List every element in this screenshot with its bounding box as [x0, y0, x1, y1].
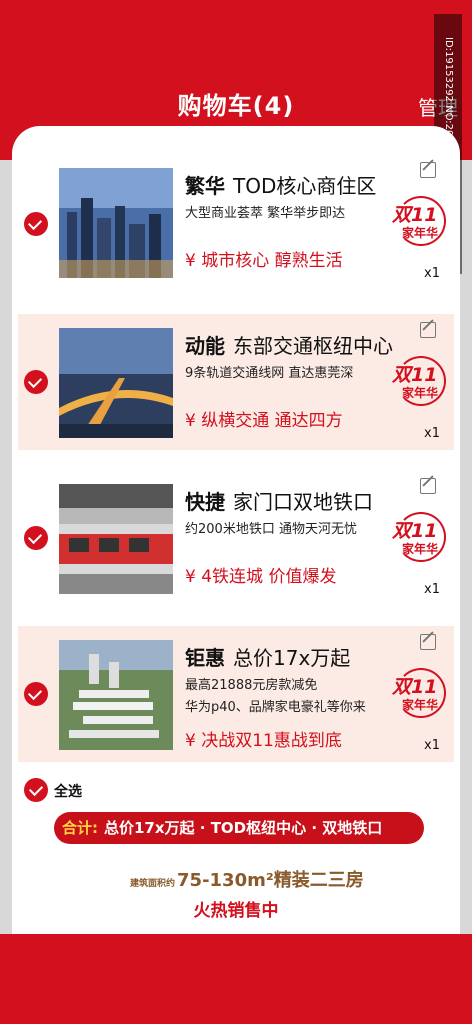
item-price: ¥ 4铁连城 价值爆发 [185, 567, 337, 587]
double11-badge: 双11 家年华 [390, 354, 446, 410]
hot-sale-text: 火热销售中 [193, 901, 279, 921]
item-quantity: x1 [424, 266, 440, 281]
total-text: 总价17x万起 · TOD枢纽中心 · 双地铁口 [104, 819, 383, 837]
item-subtitle: 9条轨道交通线网 直达惠莞深 [185, 366, 354, 381]
double11-badge: 双11 家年华 [390, 666, 446, 722]
item-price: ¥ 城市核心 醇熟生活 [185, 251, 343, 271]
edit-icon[interactable] [420, 634, 436, 650]
item-quantity: x1 [424, 426, 440, 441]
cart-item[interactable]: 繁华 TOD核心商住区 大型商业荟萃 繁华举步即达 ¥ 城市核心 醇熟生活 双11… [18, 154, 454, 290]
item-subtitle: 约200米地铁口 通物天河无忧 [185, 522, 357, 537]
item-price: ¥ 纵横交通 通达四方 [185, 411, 343, 431]
double11-badge: 双11 家年华 [390, 510, 446, 566]
item-subtitle: 最高21888元房款减免 [185, 678, 318, 693]
item-title: 动能 东部交通枢纽中心 [185, 334, 393, 358]
item-check-icon[interactable] [24, 370, 48, 394]
item-subtitle-2: 华为p40、品牌家电豪礼等你来 [185, 700, 366, 715]
item-check-icon[interactable] [24, 526, 48, 550]
item-price: ¥ 决战双11惠战到底 [185, 731, 342, 751]
item-thumbnail-city [59, 168, 173, 278]
item-title: 繁华 TOD核心商住区 [185, 174, 377, 198]
page-title: 购物车(4) [177, 92, 295, 120]
double11-badge: 双11 家年华 [390, 194, 446, 250]
item-subtitle: 大型商业荟萃 繁华举步即达 [185, 206, 346, 221]
item-thumbnail-highway [59, 328, 173, 438]
cart-item[interactable]: 动能 东部交通枢纽中心 9条轨道交通线网 直达惠莞深 ¥ 纵横交通 通达四方 双1… [18, 314, 454, 450]
total-bar: 合计: 总价17x万起 · TOD枢纽中心 · 双地铁口 [54, 812, 424, 844]
select-all-label[interactable]: 全选 [54, 781, 82, 801]
footer-bar [0, 934, 472, 1024]
edit-icon[interactable] [420, 478, 436, 494]
item-title: 钜惠 总价17x万起 [185, 646, 351, 670]
item-thumbnail-metro [59, 484, 173, 594]
item-check-icon[interactable] [24, 682, 48, 706]
item-quantity: x1 [424, 582, 440, 597]
area-info: 建筑面积约 75-130m²精装二三房 [130, 870, 364, 891]
edit-icon[interactable] [420, 322, 436, 338]
item-check-icon[interactable] [24, 212, 48, 236]
select-all-check-icon[interactable] [24, 778, 48, 802]
item-quantity: x1 [424, 738, 440, 753]
item-thumbnail-residence [59, 640, 173, 750]
item-title: 快捷 家门口双地铁口 [185, 490, 373, 514]
total-label: 合计: [62, 819, 98, 837]
edit-icon[interactable] [420, 162, 436, 178]
watermark-site: www.nipic.com [438, 780, 451, 863]
cart-item[interactable]: 钜惠 总价17x万起 最高21888元房款减免 华为p40、品牌家电豪礼等你来 ¥… [18, 626, 454, 762]
cart-item[interactable]: 快捷 家门口双地铁口 约200米地铁口 通物天河无忧 ¥ 4铁连城 价值爆发 双1… [18, 470, 454, 606]
